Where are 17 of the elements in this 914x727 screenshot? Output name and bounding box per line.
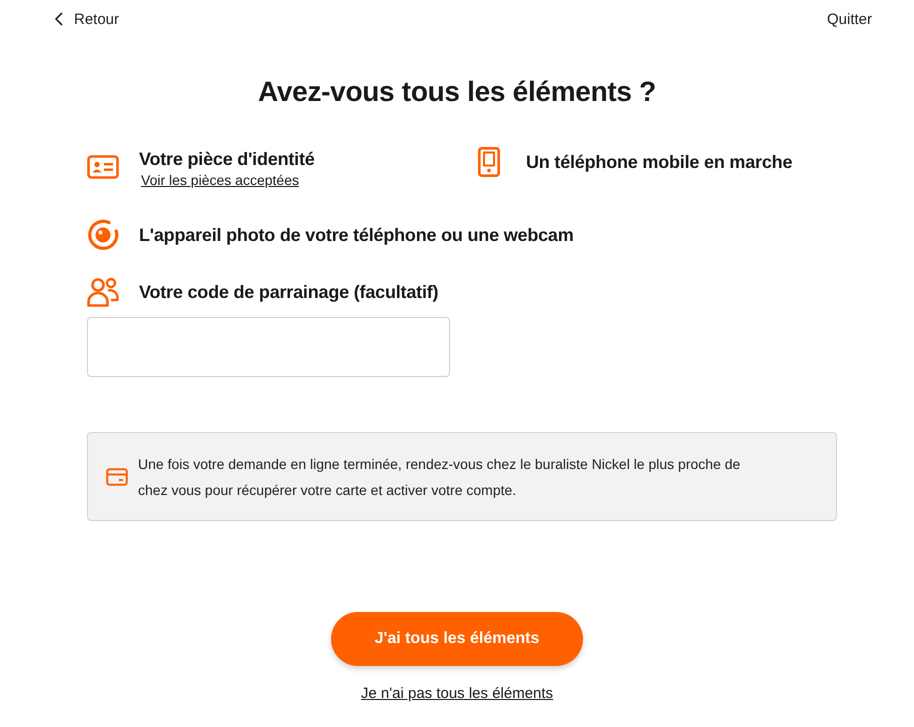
requirement-label: Votre code de parrainage (facultatif): [139, 281, 438, 304]
mobile-phone-icon: [478, 147, 500, 177]
accepted-documents-link[interactable]: Voir les pièces acceptées: [141, 171, 299, 189]
page-title: Avez-vous tous les éléments ?: [257, 75, 657, 109]
notice-text: Une fois votre demande en ligne terminée, rendez-vous chez le buraliste Nickel le plus proche de chez vous pour récupérer votre carte et activer votre compte.: [138, 454, 742, 500]
requirement-label: L'appareil photo de votre téléphone ou une webcam: [139, 224, 574, 247]
camera-lens-icon: [87, 219, 119, 251]
quit-link[interactable]: Quitter: [826, 10, 872, 28]
bank-card-icon: [106, 468, 128, 486]
requirement-label: Votre pièce d'identité: [139, 148, 315, 171]
id-card-icon: [87, 155, 119, 179]
missing-items-link[interactable]: Je n'ai pas tous les éléments: [360, 685, 554, 702]
back-link[interactable]: Retour: [55, 10, 120, 28]
chevron-left-icon: [55, 12, 63, 26]
people-icon: [87, 277, 119, 307]
referral-code-input[interactable]: [87, 317, 450, 377]
requirement-label: Un téléphone mobile en marche: [526, 151, 792, 174]
